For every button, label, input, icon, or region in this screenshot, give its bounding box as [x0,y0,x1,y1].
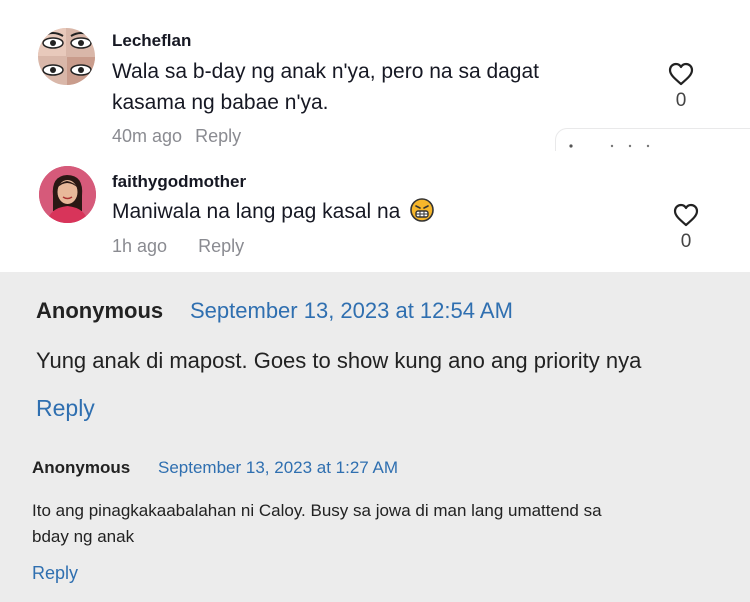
comment-text-line: Wala sa b-day ng anak n'ya, pero na sa d… [112,60,540,83]
comment-text: Ito ang pinagkakaabalahan ni Caloy. Busy… [32,498,602,550]
comment-text-line: bday ng anak [32,527,135,546]
comment-date-link[interactable]: September 13, 2023 at 1:27 AM [158,458,398,478]
comment-author: Anonymous [36,298,164,323]
reply-button[interactable]: Reply [198,236,244,256]
comment-text: Maniwala na lang pag kasal na [112,196,632,227]
heart-outline-icon[interactable] [673,203,699,227]
blog-comment-section: Anonymous September 13, 2023 at 12:54 AM… [0,272,750,602]
like-count: 0 [680,231,692,252]
comment-date-link[interactable]: September 13, 2023 at 12:54 AM [190,298,513,324]
woman-profile-photo-avatar-icon[interactable] [39,166,96,223]
reply-link[interactable]: Reply [36,395,95,422]
comment-text-line: Maniwala na lang pag kasal na [112,200,401,223]
comment-meta: 40m ago Reply [112,126,241,147]
comment-time: 40m ago [112,126,183,146]
tiktok-comment-section: Lecheflan Wala sa b-day ng anak n'ya, pe… [0,0,750,270]
like-button[interactable]: 0 [666,203,706,253]
like-count: 0 [675,90,687,111]
comment-time: 1h ago [112,236,168,256]
reply-button[interactable]: Reply [195,126,241,146]
comment-text: Wala sa b-day ng anak n'ya, pero na sa d… [112,56,632,118]
like-button[interactable]: 0 [661,62,701,112]
comment-username[interactable]: faithygodmother [112,172,246,192]
comment-text-line: kasama ng babae n'ya. [112,91,329,114]
comment-meta: 1h ago Reply [112,236,244,257]
reply-link[interactable]: Reply [32,563,78,584]
comment-text: Yung anak di mapost. Goes to show kung a… [36,348,642,373]
grimacing-face-emoji-icon [410,198,435,222]
loading-dots-decoration [569,144,650,148]
cartoon-eyes-avatar-icon[interactable] [38,28,95,85]
comment-text-line: Ito ang pinagkakaabalahan ni Caloy. Busy… [32,501,602,520]
comment-username[interactable]: Lecheflan [112,31,191,51]
heart-outline-icon[interactable] [668,62,694,86]
comment-author: Anonymous [32,458,131,477]
